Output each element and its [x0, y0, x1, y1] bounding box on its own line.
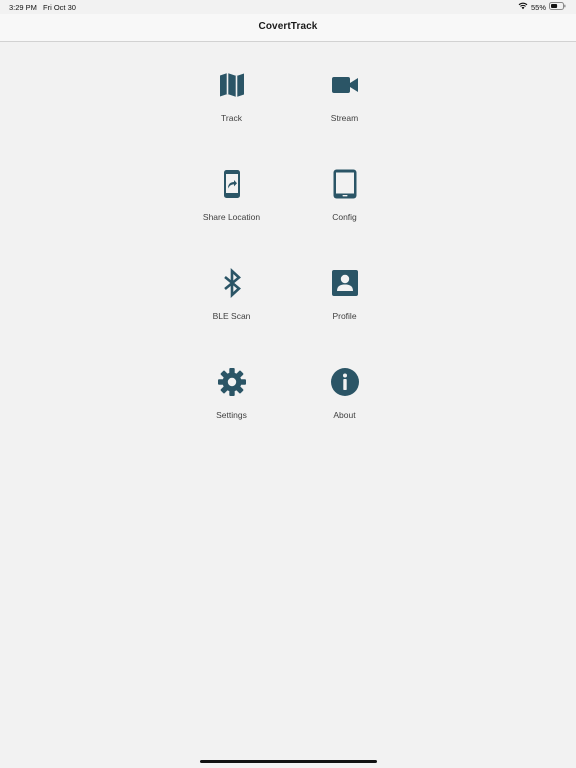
video-camera-icon — [330, 70, 360, 100]
battery-icon — [549, 2, 566, 12]
menu-item-settings[interactable]: Settings — [175, 357, 288, 456]
status-bar: 3:29 PM Fri Oct 30 55% — [0, 0, 576, 14]
battery-percent: 55% — [530, 2, 546, 12]
menu-item-label: About — [333, 410, 356, 420]
gear-icon — [217, 367, 247, 397]
info-icon — [330, 367, 360, 397]
profile-card-icon — [330, 268, 360, 298]
navigation-bar: CovertTrack — [0, 14, 576, 42]
map-icon — [217, 70, 247, 100]
menu-item-config[interactable]: Config — [288, 159, 401, 258]
menu-item-share-location[interactable]: Share Location — [175, 159, 288, 258]
share-phone-icon — [217, 169, 247, 199]
menu-item-label: Settings — [216, 410, 247, 420]
menu-item-profile[interactable]: Profile — [288, 258, 401, 357]
menu-item-about[interactable]: About — [288, 357, 401, 456]
page-title: CovertTrack — [258, 21, 318, 32]
home-indicator[interactable] — [200, 760, 377, 763]
wifi-icon — [518, 2, 528, 12]
menu-item-ble-scan[interactable]: BLE Scan — [175, 258, 288, 357]
menu-item-label: Stream — [330, 113, 359, 123]
menu-item-track[interactable]: Track — [175, 60, 288, 159]
status-right: 55% — [518, 2, 566, 12]
menu-item-label: BLE Scan — [212, 311, 251, 321]
menu-grid: Track Stream Share Location Config BLE S… — [175, 60, 401, 456]
menu-item-stream[interactable]: Stream — [288, 60, 401, 159]
status-date: Fri Oct 30 — [43, 3, 76, 12]
tablet-icon — [330, 169, 360, 199]
menu-item-label: Profile — [332, 311, 357, 321]
status-time: 3:29 PM — [9, 3, 37, 12]
bluetooth-icon — [217, 268, 247, 298]
menu-item-label: Share Location — [202, 212, 261, 222]
menu-item-label: Track — [221, 113, 242, 123]
menu-item-label: Config — [332, 212, 357, 222]
